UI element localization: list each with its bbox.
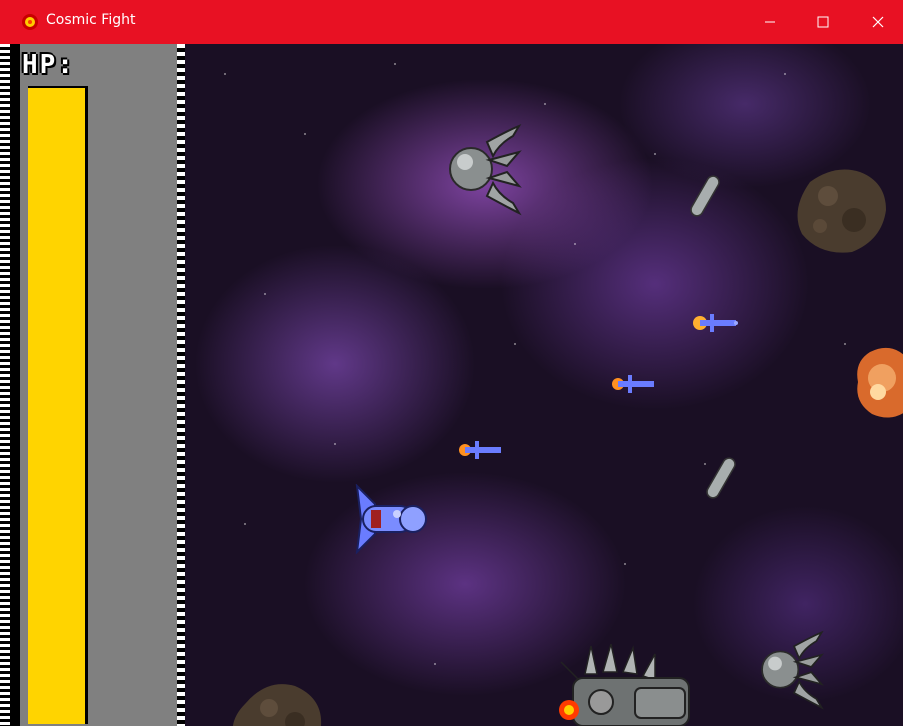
hp-label: HP: — [22, 50, 75, 80]
bullet — [693, 314, 738, 332]
asteroid — [233, 684, 322, 726]
window-titlebar[interactable]: Cosmic Fight — [0, 0, 903, 44]
enemy-capsule — [690, 175, 720, 217]
hp-bar-fill — [28, 88, 85, 724]
minimize-icon — [765, 21, 775, 23]
game-playfield[interactable] — [185, 44, 903, 726]
enemy-capsule — [706, 457, 736, 499]
window-title: Cosmic Fight — [46, 12, 136, 28]
maximize-icon — [817, 16, 829, 28]
hud-border-right — [177, 44, 185, 726]
bullet — [612, 375, 654, 393]
bullet — [459, 441, 501, 459]
minimize-button[interactable] — [745, 0, 795, 44]
enemy-spiked-boss — [559, 644, 690, 726]
starfield — [224, 63, 846, 665]
close-button[interactable] — [853, 0, 903, 44]
close-icon — [872, 16, 884, 28]
app-bomb-icon — [22, 14, 38, 30]
hud-edge — [10, 44, 20, 726]
hud-border-left — [0, 44, 10, 726]
enemy-claw-ship — [761, 630, 825, 710]
enemy-claw-ship — [449, 123, 522, 216]
maximize-button[interactable] — [798, 0, 848, 44]
hud-panel: HP: — [0, 44, 185, 726]
asteroid — [797, 169, 886, 253]
explosion — [857, 347, 903, 418]
player-ship — [355, 484, 427, 554]
